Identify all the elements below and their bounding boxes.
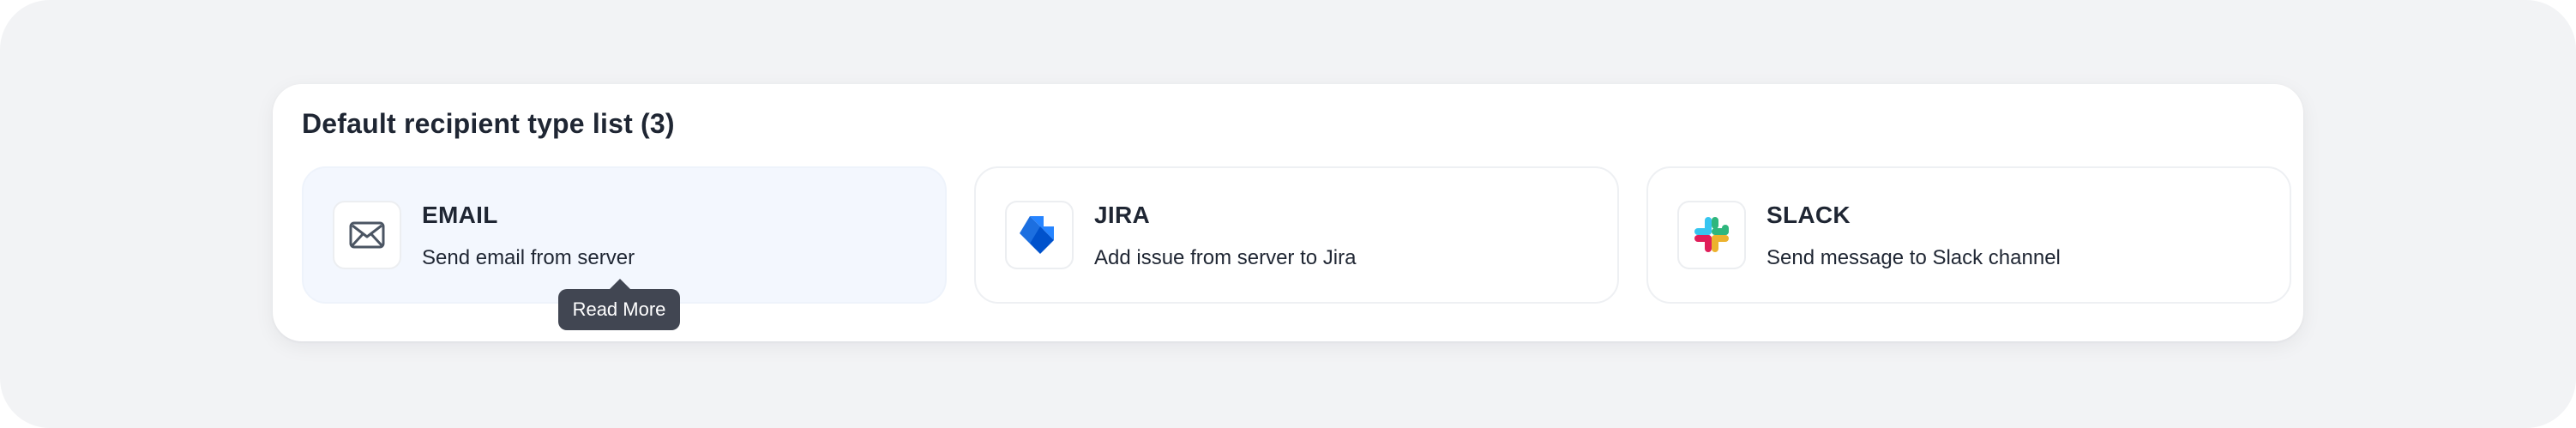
recipient-card-title: SLACK [1766,202,1851,228]
recipient-card-title: JIRA [1094,202,1150,228]
read-more-tooltip[interactable]: Read More [558,279,680,330]
jira-icon-box [1005,201,1074,269]
jira-logo-icon [1020,216,1054,254]
panel-title: Default recipient type list (3) [302,108,675,139]
slack-icon-box [1677,201,1746,269]
recipient-card-description: Add issue from server to Jira [1094,246,1357,269]
page-background: Default recipient type list (3) EMAIL Se… [0,0,2576,428]
recipient-card-jira[interactable]: JIRA Add issue from server to Jira [974,166,1619,304]
mail-icon [349,221,385,249]
recipient-card-slack[interactable]: SLACK Send message to Slack channel [1646,166,2291,304]
recipient-card-description: Send email from server [422,246,635,269]
recipient-card-title: EMAIL [422,202,498,228]
recipient-card-description: Send message to Slack channel [1766,246,2061,269]
email-icon-box [333,201,401,269]
slack-logo-icon [1694,217,1729,252]
